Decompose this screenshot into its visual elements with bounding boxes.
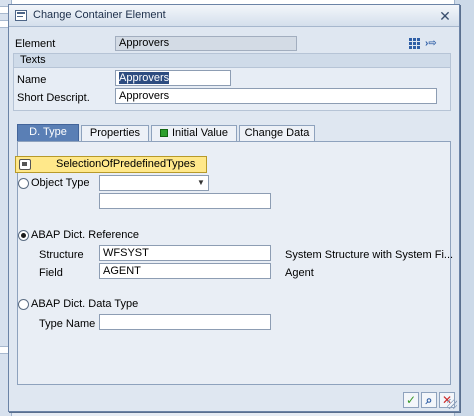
tab-properties[interactable]: Properties (81, 125, 149, 141)
abap-dict-data-type-label: ABAP Dict. Data Type (31, 298, 139, 310)
type-name-label: Type Name (39, 318, 96, 330)
chevron-down-icon[interactable]: ▼ (195, 176, 207, 190)
element-label: Element (15, 38, 56, 50)
tab-change-data[interactable]: Change Data (239, 125, 315, 141)
selection-of-predefined-types-button[interactable]: SelectionOfPredefinedTypes (15, 156, 207, 173)
object-type-extra-field[interactable] (99, 193, 271, 209)
bottom-toolbar: ✓ ⌕ ✕ (9, 389, 459, 411)
magnifier-icon[interactable]: ⌕ (421, 392, 437, 408)
structure-input[interactable]: WFSYST (99, 245, 271, 261)
object-type-label: Object Type (31, 177, 90, 189)
abap-dict-reference-label: ABAP Dict. Reference (31, 229, 140, 241)
field-description: Agent (285, 267, 314, 279)
dialog-icon (15, 10, 27, 21)
change-container-element-dialog: Change Container Element ✕ Element Appro… (8, 4, 460, 412)
data-types-icon (19, 159, 31, 170)
field-input[interactable]: AGENT (99, 263, 271, 279)
texts-group-title: Texts (14, 54, 450, 68)
dialog-title: Change Container Element (33, 9, 166, 21)
name-input[interactable]: Approvers (115, 70, 231, 86)
titlebar[interactable]: Change Container Element ✕ (9, 5, 459, 27)
field-label: Field (39, 267, 63, 279)
element-field: Approvers (115, 36, 297, 51)
close-icon[interactable]: ✕ (437, 8, 453, 24)
structure-label: Structure (39, 249, 84, 261)
short-description-label: Short Descript. (17, 92, 90, 104)
structure-description: System Structure with System Fi... (285, 249, 453, 261)
abap-dict-reference-radio[interactable] (18, 230, 29, 241)
short-description-input[interactable]: Approvers (115, 88, 437, 104)
object-type-select[interactable] (99, 175, 209, 191)
abap-dict-data-type-radio[interactable] (18, 299, 29, 310)
navigate-arrows-icon[interactable]: ›⇨ (425, 38, 441, 50)
name-label: Name (17, 74, 47, 86)
tab-d-type[interactable]: D. Type (17, 124, 79, 141)
object-type-radio[interactable] (18, 178, 29, 189)
check-icon[interactable]: ✓ (403, 392, 419, 408)
resize-grip[interactable] (447, 399, 457, 409)
tab-initial-value[interactable]: Initial Value (151, 125, 237, 141)
status-green-icon (159, 129, 168, 137)
table-grid-icon[interactable] (409, 38, 423, 50)
type-name-input[interactable] (99, 314, 271, 330)
